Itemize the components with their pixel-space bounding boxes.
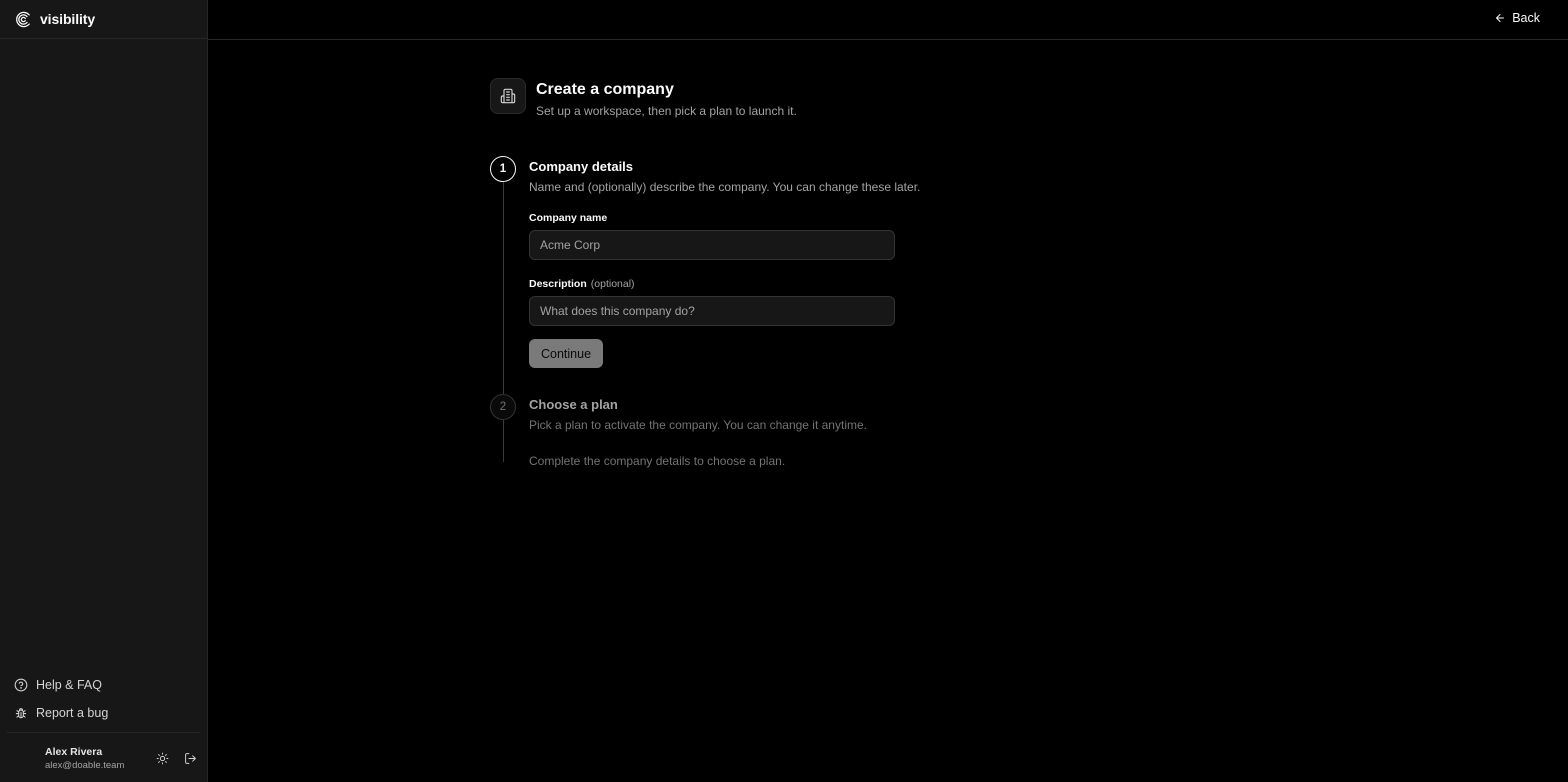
help-faq-label: Help & FAQ (36, 678, 102, 692)
report-bug-label: Report a bug (36, 706, 109, 720)
stepper: 1 Company details Name and (optionally) … (490, 156, 1090, 474)
step-choose-plan: 2 Choose a plan Pick a plan to activate … (490, 394, 1090, 474)
theme-toggle-button[interactable] (148, 744, 176, 772)
description-optional-tag: (optional) (590, 278, 635, 290)
arrow-left-icon (1496, 14, 1505, 22)
step-1-connector (503, 182, 504, 394)
user-actions (148, 744, 204, 772)
company-name-label: Company name (529, 212, 1090, 224)
step-2-connector (503, 420, 504, 462)
user-panel: Alex Rivera alex@doable.team (0, 740, 208, 776)
sidebar-links: Help & FAQ Report a bug (0, 674, 208, 730)
help-circle-icon (14, 678, 28, 692)
logout-button[interactable] (176, 744, 204, 772)
step-2-indicator: 2 (490, 394, 516, 420)
company-name-input[interactable] (529, 230, 895, 260)
description-label-text: Description (529, 278, 587, 290)
app-root: visibility Help & FAQ Report a bug Alex … (0, 0, 1568, 782)
page-subtitle: Set up a workspace, then pick a plan to … (536, 104, 797, 118)
step-1-title: Company details (529, 159, 634, 174)
sidebar: visibility Help & FAQ Report a bug Alex … (0, 0, 208, 782)
logout-icon (184, 752, 196, 764)
page-header: Create a company Set up a workspace, the… (490, 78, 1090, 118)
page-title: Create a company (536, 81, 674, 98)
company-name-label-text: Company name (529, 212, 608, 224)
description-input[interactable] (529, 296, 895, 326)
brand-name: visibility (40, 11, 96, 27)
bug-icon (15, 708, 27, 719)
step-company-details: 1 Company details Name and (optionally) … (490, 156, 1090, 394)
main-content: Create a company Set up a workspace, the… (490, 78, 1090, 474)
brand-logo-icon (16, 11, 30, 27)
description-label: Description (optional) (529, 278, 1090, 290)
step-2-note: Complete the company details to choose a… (529, 454, 786, 468)
user-name: Alex Rivera (45, 745, 103, 758)
user-info: Alex Rivera alex@doable.team (45, 746, 148, 771)
continue-button[interactable]: Continue (529, 339, 604, 368)
step-1-description: Name and (optionally) describe the compa… (529, 180, 921, 194)
sun-icon (156, 752, 168, 764)
company-icon-badge (490, 78, 526, 114)
page-header-text: Create a company Set up a workspace, the… (536, 78, 797, 118)
back-label: Back (1512, 11, 1540, 25)
brand[interactable]: visibility (0, 0, 207, 39)
help-faq-link[interactable]: Help & FAQ (0, 674, 208, 696)
user-email: alex@doable.team (45, 759, 125, 771)
sidebar-divider (7, 732, 200, 733)
building-icon (500, 88, 516, 104)
step-2-description: Pick a plan to activate the company. You… (529, 418, 867, 432)
step-1-indicator: 1 (490, 156, 516, 182)
report-bug-link[interactable]: Report a bug (0, 702, 208, 724)
back-button[interactable]: Back (1494, 11, 1540, 25)
topbar: Back (208, 0, 1568, 40)
step-2-title: Choose a plan (529, 397, 618, 412)
